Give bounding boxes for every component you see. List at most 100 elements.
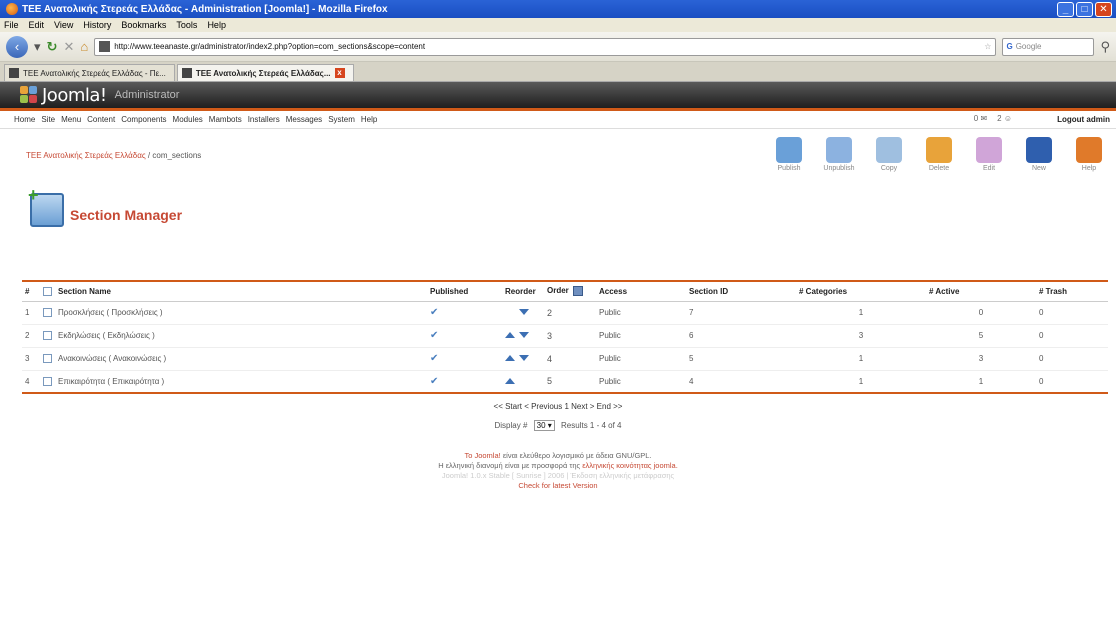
- menu-help[interactable]: Help: [361, 115, 377, 124]
- row-checkbox[interactable]: [43, 308, 52, 318]
- footer-line2: Η ελληνική διανομή είναι με προσφορά της: [438, 461, 581, 470]
- menu-menu[interactable]: Menu: [61, 115, 81, 124]
- table-row: 4 Επικαιρότητα ( Επικαιρότητα ) ✔ 5 Public 4…: [22, 370, 1108, 394]
- order-value[interactable]: 5: [544, 370, 596, 394]
- move-down-icon[interactable]: [519, 332, 530, 338]
- row-checkbox[interactable]: [43, 376, 52, 386]
- categories-count: 1: [796, 347, 926, 371]
- save-order-icon[interactable]: [572, 286, 583, 297]
- move-down-icon[interactable]: [519, 355, 530, 361]
- move-up-icon[interactable]: [505, 332, 515, 338]
- section-name-link[interactable]: Προσκλήσεις ( Προσκλήσεις ): [55, 301, 427, 325]
- menu-history[interactable]: History: [83, 20, 111, 30]
- edit-button[interactable]: Edit: [970, 137, 1008, 172]
- joomla-link[interactable]: Το Joomla!: [464, 451, 500, 460]
- back-arrow-icon[interactable]: ‹: [6, 35, 28, 58]
- menu-mambots[interactable]: Mambots: [209, 115, 242, 124]
- col-section-name[interactable]: Section Name: [55, 280, 427, 302]
- menu-content[interactable]: Content: [87, 115, 115, 124]
- tab-close-icon[interactable]: x: [334, 68, 345, 78]
- publish-button[interactable]: Publish: [770, 137, 808, 172]
- page-heading: Section Manager: [0, 185, 1116, 235]
- unpublish-button[interactable]: Unpublish: [820, 137, 858, 172]
- menu-bookmarks[interactable]: Bookmarks: [121, 20, 166, 30]
- published-check-icon[interactable]: ✔: [430, 307, 438, 318]
- move-up-icon[interactable]: [505, 355, 515, 361]
- section-id: 5: [686, 347, 796, 371]
- menu-edit[interactable]: Edit: [29, 20, 45, 30]
- tab-1[interactable]: ΤΕΕ Ανατολικής Στερεάς Ελλάδας - Πε...: [4, 64, 175, 81]
- search-magnifier-icon[interactable]: ⚲: [1100, 39, 1110, 55]
- published-check-icon[interactable]: ✔: [430, 353, 438, 364]
- pagination[interactable]: << Start < Previous 1 Next > End >>: [0, 402, 1116, 411]
- display-label: Display #: [494, 421, 528, 430]
- access-link[interactable]: Public: [596, 347, 686, 371]
- published-cell: ✔: [427, 301, 502, 325]
- published-check-icon[interactable]: ✔: [430, 330, 438, 341]
- menu-system[interactable]: System: [328, 115, 355, 124]
- row-checkbox[interactable]: [43, 331, 52, 341]
- row-checkbox[interactable]: [43, 354, 52, 364]
- display-select[interactable]: 30 ▾: [533, 420, 555, 431]
- menu-messages[interactable]: Messages: [286, 115, 322, 124]
- community-link[interactable]: ελληνικής κοινότητας joomla.: [582, 461, 678, 470]
- menu-installers[interactable]: Installers: [248, 115, 280, 124]
- section-name-link[interactable]: Ανακοινώσεις ( Ανακοινώσεις ): [55, 347, 427, 371]
- breadcrumb-site[interactable]: ΤΕΕ Ανατολικής Στερεάς Ελλάδας: [26, 151, 146, 160]
- help-button[interactable]: Help: [1070, 137, 1108, 172]
- messages-count[interactable]: 0 ✉: [974, 114, 987, 123]
- minimize-button[interactable]: _: [1057, 1, 1074, 17]
- move-up-icon[interactable]: [505, 377, 515, 384]
- col-checkbox: [40, 280, 55, 302]
- reload-icon[interactable]: ↻: [47, 39, 58, 55]
- delete-icon: [926, 137, 952, 163]
- logout-link[interactable]: Logout admin: [1057, 115, 1110, 124]
- new-button[interactable]: New: [1020, 137, 1058, 172]
- users-count[interactable]: 2 ☺: [997, 114, 1012, 123]
- section-name-link[interactable]: Εκδηλώσεις ( Εκδηλώσεις ): [55, 324, 427, 348]
- order-value[interactable]: 2: [544, 301, 596, 325]
- check-version-link[interactable]: Check for latest Version: [0, 481, 1116, 491]
- access-link[interactable]: Public: [596, 324, 686, 348]
- menu-view[interactable]: View: [54, 20, 73, 30]
- maximize-button[interactable]: □: [1076, 1, 1093, 17]
- col-order[interactable]: Order: [544, 280, 596, 302]
- published-check-icon[interactable]: ✔: [430, 376, 438, 387]
- col-section-id[interactable]: Section ID: [686, 280, 796, 302]
- stop-icon[interactable]: ✕: [63, 39, 74, 55]
- site-favicon-icon: [99, 41, 111, 52]
- copy-button[interactable]: Copy: [870, 137, 908, 172]
- title-bar: ΤΕΕ Ανατολικής Στερεάς Ελλάδας - Adminis…: [0, 0, 1116, 18]
- col-reorder: Reorder: [502, 280, 544, 302]
- delete-button[interactable]: Delete: [920, 137, 958, 172]
- menu-modules[interactable]: Modules: [173, 115, 203, 124]
- menu-help[interactable]: Help: [207, 20, 226, 30]
- menu-tools[interactable]: Tools: [176, 20, 197, 30]
- bookmark-star-icon[interactable]: ☆: [984, 42, 991, 51]
- published-cell: ✔: [427, 347, 502, 371]
- forward-arrow-icon[interactable]: ▾: [34, 39, 41, 55]
- tab-2[interactable]: ΤΕΕ Ανατολικής Στερεάς Ελλάδας... x: [176, 64, 354, 81]
- search-box[interactable]: G Google: [1002, 37, 1095, 56]
- active-count: 0: [926, 301, 1036, 325]
- close-button[interactable]: ✕: [1095, 1, 1112, 17]
- col-access[interactable]: Access: [596, 280, 686, 302]
- categories-count: 1: [796, 301, 926, 325]
- section-name-link[interactable]: Επικαιρότητα ( Επικαιρότητα ): [55, 370, 427, 394]
- menu-home[interactable]: Home: [14, 115, 35, 124]
- access-link[interactable]: Public: [596, 370, 686, 394]
- active-count: 1: [926, 370, 1036, 394]
- address-bar[interactable]: http://www.teeanaste.gr/administrator/in…: [94, 37, 997, 56]
- order-value[interactable]: 4: [544, 347, 596, 371]
- menu-file[interactable]: File: [4, 20, 19, 30]
- col-trash: # Trash: [1036, 280, 1108, 302]
- home-icon[interactable]: ⌂: [80, 39, 88, 54]
- menu-site[interactable]: Site: [41, 115, 55, 124]
- move-down-icon[interactable]: [519, 309, 530, 315]
- menu-components[interactable]: Components: [121, 115, 166, 124]
- select-all-checkbox[interactable]: [43, 286, 52, 296]
- col-published[interactable]: Published: [427, 280, 502, 302]
- order-value[interactable]: 3: [544, 324, 596, 348]
- col-active: # Active: [926, 280, 1036, 302]
- access-link[interactable]: Public: [596, 301, 686, 325]
